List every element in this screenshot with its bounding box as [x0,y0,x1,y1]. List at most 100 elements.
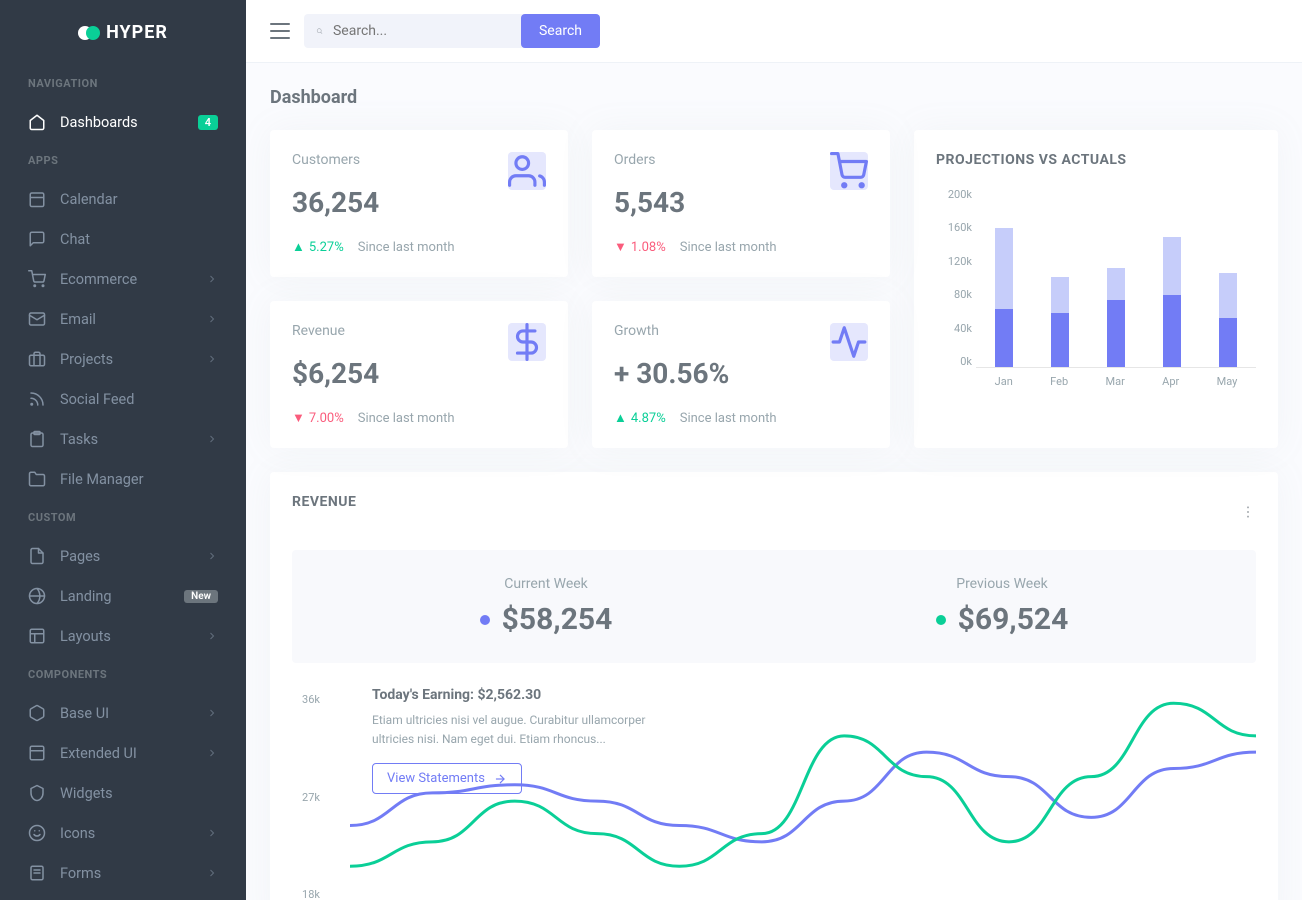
search-input[interactable] [323,14,521,48]
arrow-up-icon: ▲ [292,239,305,255]
stat-change: 1.08% [631,240,666,255]
file-icon [28,547,46,565]
sidebar-item-dashboards[interactable]: Dashboards 4 [0,102,246,142]
nav-section-title: COMPONENTS [0,656,246,693]
box-icon [28,704,46,722]
package-icon [28,744,46,762]
stat-card-customers: Customers 36,254 ▲ 5.27% Since last mont… [270,130,568,277]
globe-icon [28,587,46,605]
sidebar-item-widgets[interactable]: Widgets [0,773,246,813]
nav-section-title: CUSTOM [0,499,246,536]
layout-icon [28,627,46,645]
sidebar-item-label: Forms [60,865,206,882]
sidebar-item-label: Email [60,311,206,328]
menu-toggle-icon[interactable] [270,23,290,39]
chevron-right-icon [206,630,218,642]
dot-icon [936,615,946,625]
sidebar-item-label: Projects [60,351,206,368]
form-icon [28,864,46,882]
sidebar-item-email[interactable]: Email [0,299,246,339]
arrow-up-icon: ▲ [614,410,627,426]
sidebar-item-label: File Manager [60,471,218,488]
current-week-value: $58,254 [502,602,613,637]
sidebar-item-ecommerce[interactable]: Ecommerce [0,259,246,299]
briefcase-icon [28,350,46,368]
sidebar-item-label: Social Feed [60,391,218,408]
sidebar-item-label: Icons [60,825,206,842]
sidebar-item-projects[interactable]: Projects [0,339,246,379]
chevron-right-icon [206,273,218,285]
sidebar-item-label: Pages [60,548,206,565]
sidebar-item-icons[interactable]: Icons [0,813,246,853]
chevron-right-icon [206,747,218,759]
sidebar-item-label: Layouts [60,628,206,645]
calendar-icon [28,190,46,208]
users-icon [508,152,546,190]
topbar: Search [246,0,1302,63]
stat-card-growth: Growth + 30.56% ▲ 4.87% Since last month [592,301,890,448]
arrow-right-icon [493,772,507,786]
revenue-title: REVENUE [292,494,356,510]
stat-value: 5,543 [614,186,868,219]
logo[interactable]: HYPER [0,0,246,65]
sidebar-item-chat[interactable]: Chat [0,219,246,259]
badge-new: New [184,590,218,603]
search-icon [316,23,323,39]
rss-icon [28,390,46,408]
badge: 4 [198,115,218,130]
sidebar-item-layouts[interactable]: Layouts [0,616,246,656]
arrow-down-icon: ▼ [292,410,305,426]
sidebar-item-tasks[interactable]: Tasks [0,419,246,459]
projections-chart [976,188,1256,368]
sidebar-item-label: Chat [60,231,218,248]
stat-since: Since last month [680,240,777,255]
projections-title: PROJECTIONS VS ACTUALS [936,152,1256,168]
sidebar-item-forms[interactable]: Forms [0,853,246,893]
logo-text: HYPER [106,22,168,43]
sidebar-item-label: Dashboards [60,114,198,131]
earning-title: Today's Earning: $2,562.30 [372,687,672,703]
sidebar-item-calendar[interactable]: Calendar [0,179,246,219]
sidebar-item-file-manager[interactable]: File Manager [0,459,246,499]
sidebar-item-extended-ui[interactable]: Extended UI [0,733,246,773]
arrow-down-icon: ▼ [614,239,627,255]
home-icon [28,113,46,131]
logo-icon [78,23,98,43]
stat-card-orders: Orders 5,543 ▼ 1.08% Since last month [592,130,890,277]
dot-icon [480,615,490,625]
folder-icon [28,470,46,488]
more-icon[interactable] [1240,504,1256,520]
stat-value: 36,254 [292,186,546,219]
chevron-right-icon [206,707,218,719]
dollar-icon [508,323,546,361]
pulse-icon [830,323,868,361]
nav-section-title: APPS [0,142,246,179]
sidebar-item-pages[interactable]: Pages [0,536,246,576]
chevron-right-icon [206,550,218,562]
view-statements-button[interactable]: View Statements [372,763,522,794]
smile-icon [28,824,46,842]
cart-icon [830,152,868,190]
search-button[interactable]: Search [521,14,600,48]
sidebar-item-label: Calendar [60,191,218,208]
sidebar-item-label: Extended UI [60,745,206,762]
chevron-right-icon [206,867,218,879]
nav-section-title: NAVIGATION [0,65,246,102]
chevron-right-icon [206,827,218,839]
sidebar-item-social-feed[interactable]: Social Feed [0,379,246,419]
sidebar-item-label: Tasks [60,431,206,448]
previous-week-value: $69,524 [958,602,1069,637]
earning-desc: Etiam ultricies nisi vel augue. Curabitu… [372,711,672,749]
current-week-label: Current Week [480,576,613,592]
stat-since: Since last month [680,411,777,426]
previous-week-label: Previous Week [936,576,1069,592]
mail-icon [28,310,46,328]
stat-change: 5.27% [309,240,344,255]
search-box: Search [304,14,600,48]
sidebar-item-label: Widgets [60,785,218,802]
revenue-card: REVENUE Current Week $58,254 Previous We… [270,472,1278,900]
sidebar-item-landing[interactable]: Landing New [0,576,246,616]
chevron-right-icon [206,353,218,365]
sidebar-item-base-ui[interactable]: Base UI [0,693,246,733]
sidebar-item-label: Base UI [60,705,206,722]
